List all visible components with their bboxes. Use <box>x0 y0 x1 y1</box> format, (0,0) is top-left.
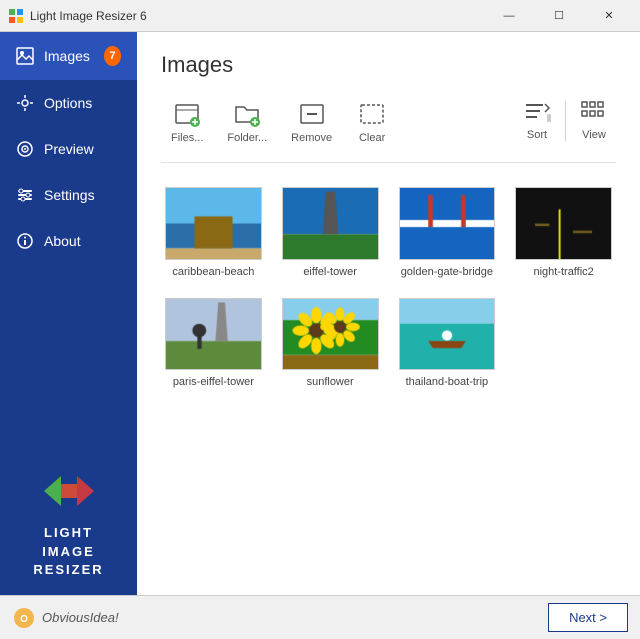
sidebar-item-settings[interactable]: Settings <box>0 172 137 218</box>
image-item-paris-eiffel-tower[interactable]: paris-eiffel-tower <box>161 294 266 393</box>
image-item-sunflower[interactable]: sunflower <box>278 294 383 393</box>
images-label: Images <box>44 48 90 64</box>
sidebar-item-preview[interactable]: Preview <box>0 126 137 172</box>
image-thumb-sunflower <box>282 298 379 371</box>
next-button[interactable]: Next > <box>548 603 628 632</box>
toolbar-right: Sort <box>515 94 616 147</box>
bottom-logo: O ObviousIdea! <box>12 606 119 630</box>
titlebar: Light Image Resizer 6 — ☐ ✕ <box>0 0 640 32</box>
sidebar-logo: LIGHT IMAGE RESIZER <box>0 450 137 595</box>
image-grid: caribbean-beach eiffel-tower golden-gate-b… <box>161 183 616 392</box>
preview-icon <box>16 140 34 158</box>
image-label-night-traffic2: night-traffic2 <box>533 266 593 278</box>
images-icon <box>16 47 34 65</box>
image-thumb-thailand-boat-trip <box>399 298 496 371</box>
view-button[interactable]: View <box>572 94 616 147</box>
image-item-caribbean-beach[interactable]: caribbean-beach <box>161 183 266 282</box>
settings-label: Settings <box>44 187 95 203</box>
image-thumb-eiffel-tower <box>282 187 379 260</box>
image-thumb-caribbean-beach <box>165 187 262 260</box>
image-label-sunflower: sunflower <box>307 376 354 388</box>
files-label: Files... <box>171 132 203 144</box>
clear-icon <box>358 100 386 128</box>
toolbar: Files... Folder... <box>161 94 616 163</box>
remove-label: Remove <box>291 132 332 144</box>
preview-label: Preview <box>44 141 94 157</box>
sidebar-item-about[interactable]: About <box>0 218 137 264</box>
content-area: Images Files... <box>137 32 640 595</box>
app-icon <box>8 8 24 24</box>
remove-button[interactable]: Remove <box>281 94 342 150</box>
options-icon <box>16 94 34 112</box>
remove-icon <box>298 100 326 128</box>
folder-icon <box>233 100 261 128</box>
image-item-thailand-boat-trip[interactable]: thailand-boat-trip <box>395 294 500 393</box>
view-label: View <box>582 129 606 141</box>
files-icon <box>173 100 201 128</box>
image-label-thailand-boat-trip: thailand-boat-trip <box>406 376 489 388</box>
sidebar-item-options[interactable]: Options <box>0 80 137 126</box>
image-thumb-golden-gate-bridge <box>399 187 496 260</box>
folder-button[interactable]: Folder... <box>217 94 277 150</box>
image-label-eiffel-tower: eiffel-tower <box>303 266 357 278</box>
logo-text: LIGHT IMAGE RESIZER <box>33 524 103 579</box>
bottom-bar: O ObviousIdea! Next > <box>0 595 640 639</box>
main-layout: Images 7 Options <box>0 32 640 595</box>
close-button[interactable]: ✕ <box>586 1 632 31</box>
folder-label: Folder... <box>227 132 267 144</box>
view-icon <box>580 100 608 125</box>
minimize-button[interactable]: — <box>486 1 532 31</box>
image-thumb-paris-eiffel-tower <box>165 298 262 371</box>
image-item-night-traffic2[interactable]: night-traffic2 <box>511 183 616 282</box>
clear-button[interactable]: Clear <box>346 94 398 150</box>
bottom-logo-icon: O <box>12 606 36 630</box>
about-icon <box>16 232 34 250</box>
sort-button[interactable]: Sort <box>515 94 559 147</box>
image-label-paris-eiffel-tower: paris-eiffel-tower <box>173 376 254 388</box>
image-item-golden-gate-bridge[interactable]: golden-gate-bridge <box>395 183 500 282</box>
image-thumb-night-traffic2 <box>515 187 612 260</box>
bottom-logo-text: ObviousIdea! <box>42 610 119 625</box>
sidebar-item-images[interactable]: Images 7 <box>0 32 137 80</box>
about-label: About <box>44 233 81 249</box>
settings-icon <box>16 186 34 204</box>
content-inner: Images Files... <box>137 32 640 595</box>
image-item-eiffel-tower[interactable]: eiffel-tower <box>278 183 383 282</box>
image-label-golden-gate-bridge: golden-gate-bridge <box>401 266 493 278</box>
sidebar: Images 7 Options <box>0 32 137 595</box>
svg-text:O: O <box>20 614 28 625</box>
logo-icon <box>39 466 99 516</box>
maximize-button[interactable]: ☐ <box>536 1 582 31</box>
options-label: Options <box>44 95 92 111</box>
files-button[interactable]: Files... <box>161 94 213 150</box>
sort-icon <box>523 100 551 125</box>
page-title: Images <box>161 52 616 78</box>
clear-label: Clear <box>359 132 385 144</box>
image-label-caribbean-beach: caribbean-beach <box>172 266 254 278</box>
toolbar-divider <box>565 101 566 141</box>
window-controls: — ☐ ✕ <box>486 1 632 31</box>
sort-label: Sort <box>527 129 547 141</box>
images-badge: 7 <box>104 46 121 66</box>
titlebar-title: Light Image Resizer 6 <box>30 9 486 23</box>
